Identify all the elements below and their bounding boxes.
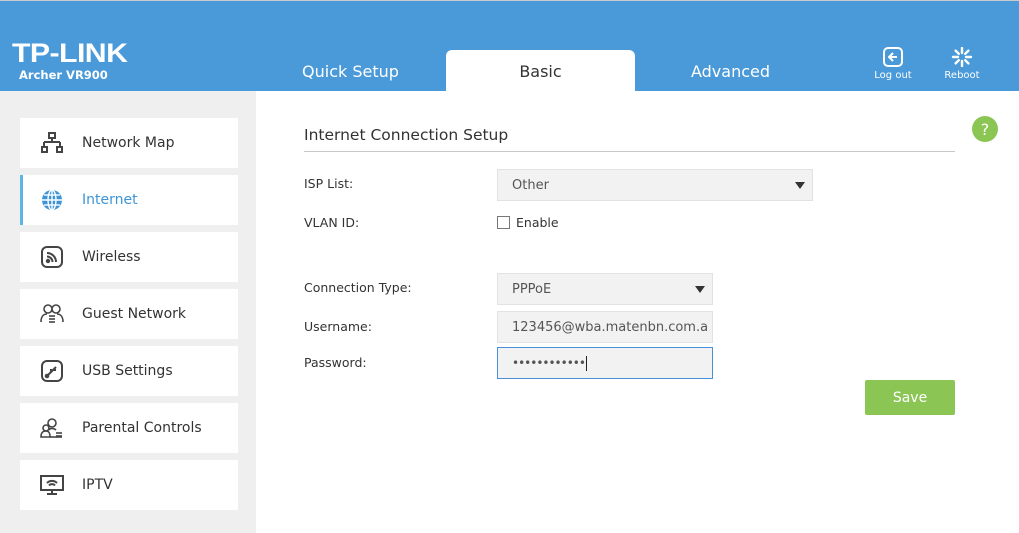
reboot-label: Reboot: [944, 70, 980, 81]
password-value: ••••••••••••: [512, 356, 586, 370]
vlan-enable-checkbox[interactable]: [497, 216, 510, 229]
sidebar-item-internet[interactable]: Internet: [20, 175, 238, 225]
isp-list-value: Other: [512, 177, 549, 193]
username-value: 123456@wba.matenbn.com.a: [512, 319, 709, 335]
sidebar: Network Map Internet Wireless Guest Netw…: [0, 91, 256, 533]
main-content: Internet Connection Setup ? ISP List: Ot…: [256, 91, 1019, 533]
password-label: Password:: [304, 355, 367, 370]
globe-icon: [40, 188, 64, 212]
network-map-icon: [40, 131, 64, 155]
isp-list-select[interactable]: Other: [497, 169, 813, 201]
tp-link-logo: TP-LINK: [12, 38, 128, 68]
header-bar: TP-LINK Archer VR900 Quick Setup Basic A…: [0, 1, 1019, 92]
help-button[interactable]: ?: [972, 116, 998, 142]
sidebar-item-parental-controls[interactable]: Parental Controls: [20, 403, 238, 453]
tab-quick-setup[interactable]: Quick Setup: [256, 50, 445, 92]
sidebar-item-usb-settings[interactable]: USB Settings: [20, 346, 238, 396]
sidebar-item-label: Internet: [82, 192, 138, 208]
reboot-icon: [951, 47, 973, 67]
iptv-icon: [40, 473, 64, 497]
tab-advanced[interactable]: Advanced: [636, 50, 825, 92]
save-button[interactable]: Save: [865, 380, 955, 415]
model-name: Archer VR900: [19, 68, 108, 82]
section-title: Internet Connection Setup: [304, 126, 509, 144]
logout-label: Log out: [874, 70, 912, 81]
tab-basic[interactable]: Basic: [446, 50, 635, 92]
sidebar-item-label: USB Settings: [82, 363, 173, 379]
sidebar-item-iptv[interactable]: IPTV: [20, 460, 238, 510]
vlan-id-label: VLAN ID:: [304, 215, 360, 230]
password-input[interactable]: ••••••••••••: [497, 347, 713, 379]
sidebar-item-wireless[interactable]: Wireless: [20, 232, 238, 282]
sidebar-item-label: IPTV: [82, 477, 113, 493]
chevron-down-icon: [695, 286, 705, 293]
chevron-down-icon: [795, 182, 805, 189]
usb-icon: [40, 359, 64, 383]
guest-network-icon: [40, 302, 64, 326]
vlan-enable-label: Enable: [516, 215, 559, 230]
help-icon: ?: [980, 119, 990, 139]
reboot-button[interactable]: Reboot: [932, 47, 992, 81]
section-divider: [304, 151, 955, 152]
connection-type-label: Connection Type:: [304, 280, 412, 295]
sidebar-item-label: Network Map: [82, 135, 175, 151]
sidebar-item-network-map[interactable]: Network Map: [20, 118, 238, 168]
username-input[interactable]: 123456@wba.matenbn.com.a: [497, 311, 713, 343]
sidebar-item-guest-network[interactable]: Guest Network: [20, 289, 238, 339]
connection-type-value: PPPoE: [512, 281, 552, 297]
text-cursor: [585, 355, 587, 371]
sidebar-item-label: Guest Network: [82, 306, 187, 322]
sidebar-item-label: Parental Controls: [82, 420, 202, 436]
logout-icon: [883, 47, 903, 67]
wireless-icon: [40, 245, 64, 269]
username-label: Username:: [304, 319, 372, 334]
parental-controls-icon: [40, 416, 64, 440]
isp-list-label: ISP List:: [304, 176, 354, 191]
logout-button[interactable]: Log out: [863, 47, 923, 81]
sidebar-item-label: Wireless: [82, 249, 141, 265]
connection-type-select[interactable]: PPPoE: [497, 273, 713, 305]
